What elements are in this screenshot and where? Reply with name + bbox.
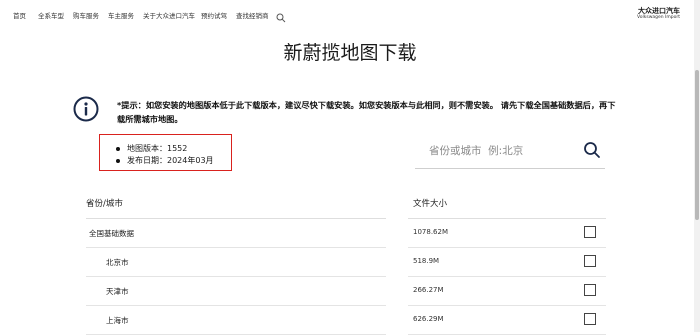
info-icon — [73, 96, 99, 122]
city-search-input[interactable] — [427, 140, 581, 162]
nav-item-test-drive[interactable]: 预约试驾 — [201, 10, 227, 20]
file-size: 266.27M — [413, 286, 444, 294]
page-title: 新蔚揽地图下载 — [283, 42, 417, 64]
region-name: 全国基础数据 — [89, 229, 134, 238]
scrollbar-thumb[interactable] — [695, 70, 699, 220]
file-size: 626.29M — [413, 315, 444, 323]
region-name: 上海市 — [106, 316, 129, 325]
nav-item-home[interactable]: 首页 — [13, 10, 26, 20]
search-icon[interactable] — [276, 8, 286, 23]
map-version: 地图版本：1552 — [127, 144, 188, 153]
download-checkbox[interactable] — [584, 313, 596, 325]
table-row: 北京市 518.9M — [86, 248, 606, 277]
bullet — [116, 146, 120, 151]
download-checkbox[interactable] — [584, 226, 596, 238]
nav-item-about[interactable]: 关于大众进口汽车 — [143, 10, 195, 20]
column-header-region: 省份/城市 — [86, 199, 123, 209]
nav-item-owner[interactable]: 车主服务 — [108, 10, 134, 20]
notice-text: *提示：如您安装的地图版本低于此下载版本，建议尽快下载安装。如您安装版本与此相同… — [117, 100, 616, 124]
nav-item-models[interactable]: 全系车型 — [38, 10, 64, 20]
brand-name-cn: 大众进口汽车 — [638, 7, 680, 15]
table-row: 全国基础数据 1078.62M — [86, 219, 606, 248]
table-row: 天津市 266.27M — [86, 277, 606, 306]
brand-name-en: Volkswagen Import — [637, 15, 680, 20]
file-size: 518.9M — [413, 257, 440, 265]
map-version-info: 地图版本：1552 发布日期：2024年03月 — [99, 134, 232, 171]
nav-item-dealer[interactable]: 查找经销商 — [236, 10, 269, 20]
release-date: 发布日期：2024年03月 — [127, 156, 214, 165]
table-row: 上海市 626.29M — [86, 306, 606, 335]
column-header-size: 文件大小 — [413, 199, 448, 209]
bullet — [116, 158, 120, 163]
download-checkbox[interactable] — [584, 255, 596, 267]
brand-logo[interactable]: 大众进口汽车 Volkswagen Import — [637, 7, 680, 21]
region-name: 天津市 — [106, 287, 129, 296]
search-icon[interactable] — [583, 141, 601, 159]
top-nav: 首页 全系车型 购车服务 车主服务 关于大众进口汽车 预约试驾 查找经销商 大众… — [0, 0, 700, 28]
file-size: 1078.62M — [413, 228, 448, 236]
region-name: 北京市 — [106, 258, 129, 267]
date-item: 发布日期：2024年03月 — [116, 155, 214, 166]
city-search — [415, 134, 605, 169]
nav-item-purchase[interactable]: 购车服务 — [73, 10, 99, 20]
scrollbar[interactable] — [694, 0, 700, 332]
download-checkbox[interactable] — [584, 284, 596, 296]
version-item: 地图版本：1552 — [116, 143, 187, 154]
